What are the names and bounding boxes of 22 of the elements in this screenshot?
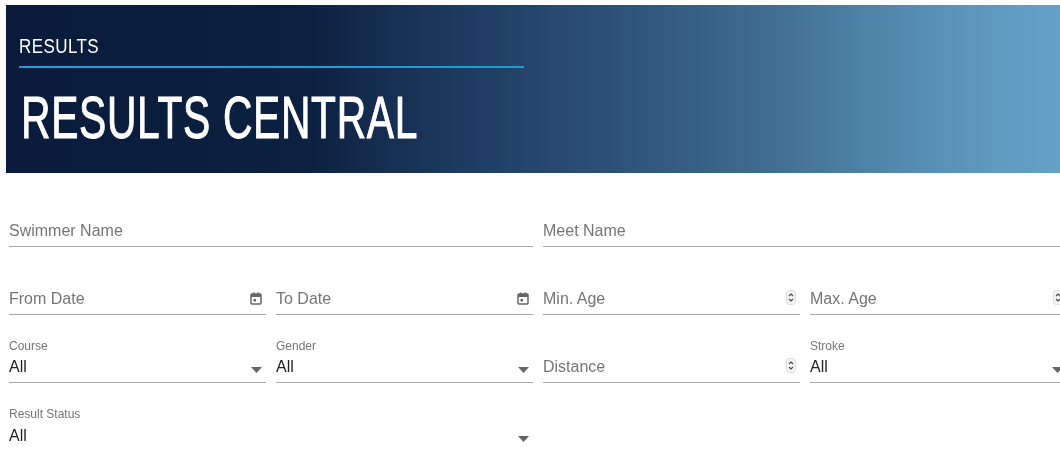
spinner-icon[interactable] — [1053, 290, 1060, 305]
number-field[interactable]: Min. Age — [543, 247, 800, 315]
calendar-icon[interactable] — [517, 292, 529, 305]
dropdown-caret-icon[interactable] — [1052, 367, 1060, 373]
select-field[interactable]: Gender All — [276, 315, 533, 383]
dropdown-caret-icon[interactable] — [518, 436, 529, 442]
dropdown-caret-icon[interactable] — [251, 367, 262, 373]
select-field[interactable]: Course All — [9, 315, 266, 383]
text-field[interactable]: Swimmer Name — [9, 179, 533, 247]
text-field[interactable]: Meet Name — [543, 179, 1060, 247]
page-title: RESULTS CENTRAL — [21, 88, 419, 148]
date-field[interactable]: To Date — [276, 247, 533, 315]
select-field[interactable]: Stroke All — [810, 315, 1060, 383]
section-label: RESULTS — [19, 35, 100, 57]
spinner-icon[interactable] — [786, 358, 796, 373]
select-field[interactable]: Result Status All — [9, 383, 533, 450]
calendar-icon[interactable] — [250, 292, 262, 305]
spinner-icon[interactable] — [786, 290, 796, 305]
number-field[interactable]: Distance — [543, 315, 800, 383]
dropdown-caret-icon[interactable] — [518, 367, 529, 373]
number-field[interactable]: Max. Age — [810, 247, 1060, 315]
date-field[interactable]: From Date — [9, 247, 266, 315]
